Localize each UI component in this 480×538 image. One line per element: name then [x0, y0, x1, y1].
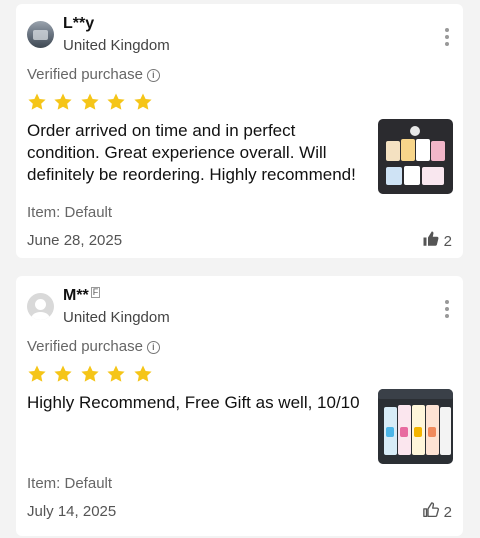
default-avatar-icon [27, 293, 54, 320]
verified-purchase: Verified purchase i [27, 338, 160, 355]
thumbs-up-icon [422, 230, 444, 252]
star-icon [133, 364, 153, 384]
star-icon [27, 364, 47, 384]
reviewer-country: United Kingdom [63, 309, 170, 326]
star-icon [53, 364, 73, 384]
verified-label: Verified purchase [27, 66, 143, 83]
review-photo[interactable] [378, 389, 453, 464]
review-date: July 14, 2025 [27, 503, 117, 520]
verified-label: Verified purchase [27, 338, 143, 355]
thumbs-up-icon [422, 501, 444, 523]
like-count: 2 [443, 503, 452, 521]
star-icon [80, 92, 100, 112]
info-icon[interactable]: i [146, 69, 160, 82]
review-photo[interactable] [378, 119, 453, 194]
star-icon [53, 92, 73, 112]
star-icon [80, 364, 100, 384]
country-flag: F [90, 287, 101, 298]
reviewer-country: United Kingdom [63, 37, 170, 54]
star-icon [106, 364, 126, 384]
item-variant: Item: Default [27, 475, 113, 492]
reviewer-name: M** F [63, 287, 101, 305]
review-text: Order arrived on time and in perfect con… [27, 121, 356, 184]
review-card: M** F United Kingdom Verified purchase i H… [16, 276, 463, 536]
user-avatar [27, 21, 54, 48]
review-date: June 28, 2025 [27, 232, 123, 249]
more-vertical-icon[interactable] [445, 300, 449, 321]
star-rating [27, 92, 155, 112]
star-icon [27, 92, 47, 112]
star-icon [106, 92, 126, 112]
info-icon[interactable]: i [146, 341, 160, 354]
star-rating [27, 364, 155, 384]
like-button[interactable]: 2 [422, 501, 452, 523]
review-text: Highly Recommend, Free Gift as well, 10/… [27, 393, 360, 412]
item-variant: Item: Default [27, 204, 113, 221]
verified-purchase: Verified purchase i [27, 66, 160, 83]
review-card: L**y United Kingdom Verified purchase i O… [16, 4, 463, 258]
reviewer-name-text: M** [63, 287, 89, 304]
like-button[interactable]: 2 [422, 230, 452, 252]
reviewer-name: L**y [63, 15, 95, 32]
more-vertical-icon[interactable] [445, 28, 449, 49]
like-count: 2 [443, 232, 452, 250]
star-icon [133, 92, 153, 112]
